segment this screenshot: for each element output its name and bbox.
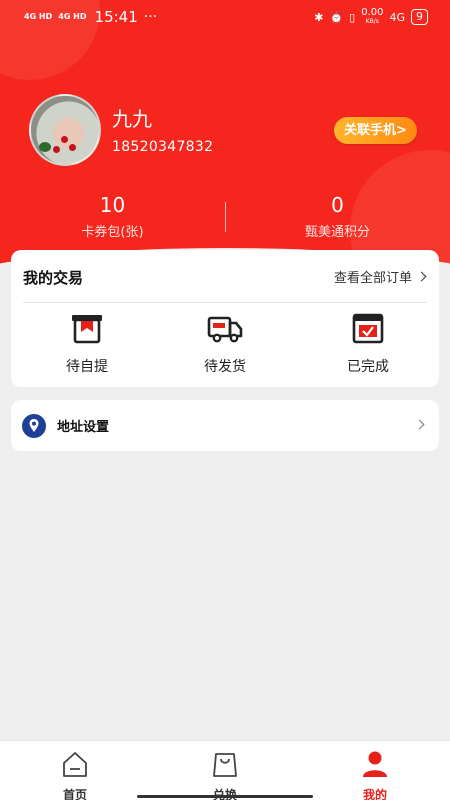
points-stat[interactable]: 0 甄美通积分: [225, 193, 450, 240]
avatar-detail: [61, 136, 68, 143]
more-indicator: ···: [143, 9, 158, 25]
tab-exchange[interactable]: 兑换: [170, 749, 280, 800]
status-bar: 4G HD 4G HD 15:41 ··· ✱ ⏰ ▯ 0.00 KB/s 4G…: [0, 0, 450, 34]
alarm-icon: ⏰: [329, 10, 344, 24]
points-count: 0: [331, 193, 344, 217]
tab-home-label: 首页: [62, 788, 87, 800]
coupon-stat[interactable]: 10 卡券包(张): [0, 193, 225, 240]
tab-home[interactable]: 首页: [20, 749, 130, 800]
trade-pickup-label: 待自提: [66, 359, 108, 375]
tab-mine-label: 我的: [362, 788, 387, 800]
trade-pickup[interactable]: 待自提: [27, 310, 147, 376]
coupon-count: 10: [99, 193, 126, 217]
completed-icon: [352, 313, 384, 344]
trade-to-ship-label: 待发货: [204, 359, 246, 375]
network-speed: 0.00: [361, 7, 384, 18]
vibrate-icon: ▯: [349, 10, 356, 24]
home-indicator: [137, 795, 313, 798]
view-all-orders-link[interactable]: 查看全部订单: [333, 267, 427, 286]
pickup-icon: [72, 315, 102, 344]
status-time: 15:41: [94, 8, 138, 26]
points-label: 甄美通积分: [304, 225, 370, 240]
truck-icon: [207, 316, 243, 343]
chevron-right-icon: [414, 419, 425, 430]
user-name: 九九: [112, 107, 152, 131]
avatar[interactable]: [29, 94, 101, 166]
network-indicator: 4G: [389, 10, 405, 24]
divider: [23, 302, 427, 303]
network-speed-unit: KB/s: [365, 18, 379, 25]
coupon-label: 卡券包(张): [81, 225, 144, 240]
bluetooth-icon: ✱: [314, 10, 324, 24]
battery-icon: 9: [411, 9, 428, 25]
view-all-orders-label: 查看全部订单: [333, 271, 412, 286]
my-trades-card: 我的交易 查看全部订单 待自提 待发货 已完成: [11, 250, 439, 387]
bottom-tab-bar: 首页 兑换 我的: [0, 740, 450, 800]
chevron-right-icon: [416, 271, 427, 282]
network-indicator: 4G HD: [24, 12, 53, 21]
trades-title: 我的交易: [23, 269, 84, 287]
home-icon: [63, 752, 87, 777]
tab-mine[interactable]: 我的: [320, 749, 430, 800]
network-indicator: 4G HD: [58, 12, 87, 21]
location-pin-icon: [22, 414, 46, 438]
bag-icon: [213, 753, 237, 777]
avatar-detail: [69, 144, 76, 151]
trade-completed-label: 已完成: [347, 359, 389, 375]
user-icon: [363, 751, 387, 777]
address-settings-row[interactable]: 地址设置: [11, 400, 439, 451]
user-phone: 18520347832: [112, 139, 214, 155]
link-phone-button[interactable]: 关联手机>: [334, 117, 417, 144]
avatar-detail: [53, 146, 60, 153]
avatar-detail: [39, 142, 51, 152]
trade-completed[interactable]: 已完成: [308, 310, 428, 376]
trade-to-ship[interactable]: 待发货: [165, 310, 285, 376]
address-settings-label: 地址设置: [57, 420, 110, 435]
